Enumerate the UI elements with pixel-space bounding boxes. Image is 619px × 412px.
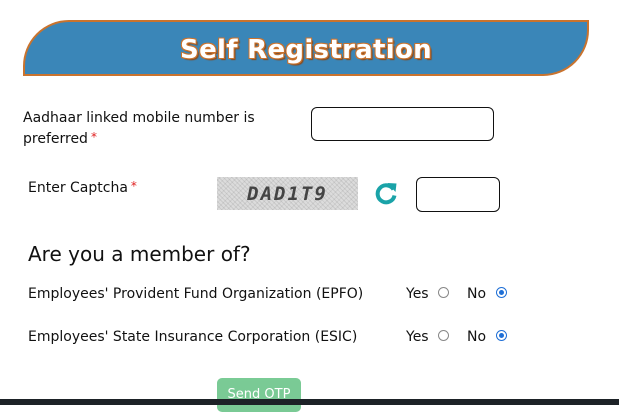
epfo-yes-radio[interactable] <box>438 287 449 298</box>
esic-question-label: Employees' State Insurance Corporation (… <box>28 329 358 345</box>
captcha-image: DAD1T9 <box>217 177 358 210</box>
membership-section-title: Are you a member of? <box>28 242 251 266</box>
captcha-label: Enter Captcha * <box>28 178 137 199</box>
esic-no-radio[interactable] <box>496 330 507 341</box>
epfo-no-radio[interactable] <box>496 287 507 298</box>
mobile-number-label-text: Aadhaar linked mobile number is preferre… <box>23 110 255 147</box>
send-otp-button[interactable]: Send OTP <box>217 378 301 412</box>
captcha-code: DAD1T9 <box>247 182 328 205</box>
captcha-label-text: Enter Captcha <box>28 180 128 196</box>
required-mark: * <box>90 130 97 144</box>
captcha-input[interactable] <box>416 177 500 212</box>
page-title: Self Registration <box>180 35 432 65</box>
esic-no-label: No <box>467 329 487 345</box>
page-header-banner: Self Registration <box>23 20 589 76</box>
refresh-icon <box>375 183 397 205</box>
mobile-number-input[interactable] <box>311 107 494 141</box>
esic-yes-radio[interactable] <box>438 330 449 341</box>
refresh-captcha-button[interactable] <box>372 178 400 208</box>
esic-yes-label: Yes <box>406 329 429 345</box>
required-mark: * <box>130 179 137 193</box>
footer-bar <box>0 399 619 405</box>
mobile-number-label: Aadhaar linked mobile number is preferre… <box>23 108 283 150</box>
epfo-question-label: Employees' Provident Fund Organization (… <box>28 286 364 302</box>
epfo-yes-label: Yes <box>406 286 429 302</box>
epfo-no-label: No <box>467 286 487 302</box>
